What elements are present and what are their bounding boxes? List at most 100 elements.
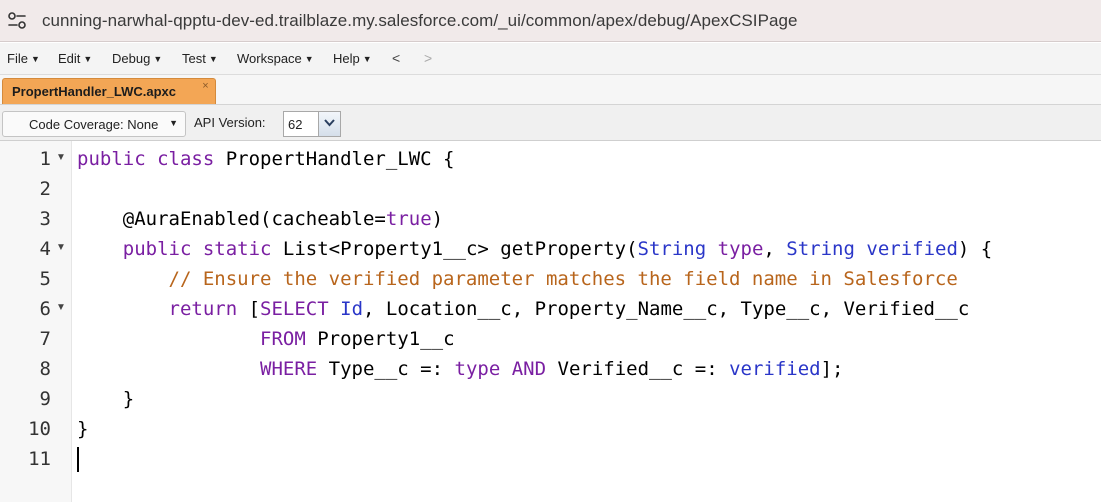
editor-toolbar: Code Coverage: None ▼ API Version: 62 (0, 105, 1101, 141)
fold-toggle-icon[interactable]: ▼ (56, 242, 66, 253)
code-token: , (763, 238, 787, 260)
line-number: 7 (39, 328, 51, 350)
menu-bar: File ▼ Edit ▼ Debug ▼ Test ▼ Workspace ▼ Help… (0, 43, 1101, 75)
forward-button[interactable]: > (424, 50, 432, 66)
code-editor[interactable]: 1 ▼ public class PropertHandler_LWC {2 3 @A… (0, 141, 1101, 502)
code-line[interactable]: 5 // Ensure the verified parameter match… (0, 264, 1101, 294)
api-version-select[interactable]: 62 (283, 111, 341, 137)
fold-toggle-icon[interactable]: ▼ (56, 302, 66, 313)
menu-help[interactable]: Help ▼ (333, 51, 372, 66)
line-number: 4 (39, 238, 51, 260)
code-token: @AuraEnabled (77, 208, 261, 230)
code-token: type (454, 358, 501, 380)
menu-test-label: Test (182, 51, 206, 66)
code-token: ) (431, 208, 444, 230)
code-token: public static (122, 238, 272, 260)
code-text: } (77, 418, 88, 440)
code-line[interactable]: 7 FROM Property1__c (0, 324, 1101, 354)
code-token: // Ensure the verified parameter matches… (77, 268, 958, 290)
code-token: } (77, 388, 135, 410)
code-token: AND (511, 358, 547, 380)
code-coverage-label: Code Coverage: None (29, 117, 159, 132)
code-token: String (637, 238, 707, 260)
code-text: public class PropertHandler_LWC { (77, 148, 455, 170)
line-number: 3 (39, 208, 51, 230)
code-token: , Location__c, Property_Name__c, Type__c… (363, 298, 970, 320)
code-text: return [SELECT Id, Location__c, Property… (77, 298, 970, 320)
code-line[interactable]: 10} (0, 414, 1101, 444)
code-line[interactable]: 2 (0, 174, 1101, 204)
code-token: return (168, 298, 238, 320)
code-line[interactable]: 1 ▼ public class PropertHandler_LWC { (0, 144, 1101, 174)
code-line[interactable]: 4 ▼ public static List<Property1__c> getP… (0, 234, 1101, 264)
code-text: FROM Property1__c (77, 328, 454, 350)
menu-workspace[interactable]: Workspace ▼ (237, 51, 314, 66)
fold-toggle-icon[interactable]: ▼ (56, 152, 66, 163)
line-number: 10 (28, 418, 51, 440)
code-token: public class (77, 148, 215, 170)
code-line[interactable]: 3 @AuraEnabled(cacheable=true) (0, 204, 1101, 234)
dropdown-arrow-icon[interactable] (318, 112, 340, 136)
code-token: verified (729, 358, 821, 380)
menu-edit[interactable]: Edit ▼ (58, 51, 92, 66)
api-version-value: 62 (288, 117, 303, 132)
code-line[interactable]: 9 } (0, 384, 1101, 414)
tab-propert-handler-lwc[interactable]: PropertHandler_LWC.apxc × (2, 78, 216, 104)
code-token: List<Property1__c> getProperty( (271, 238, 638, 260)
close-icon[interactable]: × (199, 80, 212, 93)
code-line[interactable]: 11 (0, 444, 1101, 474)
code-token: true (385, 208, 432, 230)
menu-file-label: File (7, 51, 28, 66)
code-text: public static List<Property1__c> getProp… (77, 238, 992, 260)
code-token: (cacheable= (260, 208, 386, 230)
menu-help-label: Help (333, 51, 360, 66)
code-line[interactable]: 6 ▼ return [SELECT Id, Location__c, Prope… (0, 294, 1101, 324)
line-number: 5 (39, 268, 51, 290)
url-text[interactable]: cunning-narwhal-qpptu-dev-ed.trailblaze.… (42, 11, 797, 31)
site-settings-icon[interactable] (6, 10, 28, 32)
text-cursor (77, 447, 79, 472)
code-token: ) { (957, 238, 993, 260)
code-coverage-dropdown[interactable]: Code Coverage: None ▼ (2, 111, 186, 137)
line-number: 2 (39, 178, 51, 200)
chevron-down-icon: ▼ (30, 54, 40, 64)
code-text: } (77, 388, 134, 410)
browser-address-bar[interactable]: cunning-narwhal-qpptu-dev-ed.trailblaze.… (0, 0, 1101, 42)
chevron-down-icon: ▼ (153, 54, 163, 64)
menu-debug-label: Debug (112, 51, 151, 66)
code-token: PropertHandler_LWC { (214, 148, 455, 170)
code-token: WHERE (260, 358, 318, 380)
tab-label: PropertHandler_LWC.apxc (12, 84, 176, 99)
code-line[interactable]: 8 WHERE Type__c =: type AND Verified__c … (0, 354, 1101, 384)
menu-test[interactable]: Test ▼ (182, 51, 218, 66)
chevron-down-icon: ▼ (208, 54, 218, 64)
menu-file[interactable]: File ▼ (7, 51, 40, 66)
code-token: Verified__c =: (546, 358, 730, 380)
code-token: String (786, 238, 855, 260)
code-token: type (717, 238, 764, 260)
line-number: 6 (39, 298, 51, 320)
code-token: FROM (260, 328, 306, 350)
code-token: verified (866, 238, 958, 260)
chevron-down-icon: ▼ (83, 54, 93, 64)
code-token: Id (340, 298, 364, 320)
back-button[interactable]: < (392, 50, 400, 66)
api-version-label: API Version: (194, 115, 266, 130)
code-token: [ (237, 298, 261, 320)
menu-debug[interactable]: Debug ▼ (112, 51, 162, 66)
line-number: 8 (39, 358, 51, 380)
code-token: } (77, 418, 89, 440)
code-text: WHERE Type__c =: type AND Verified__c =:… (77, 358, 843, 380)
code-text: // Ensure the verified parameter matches… (77, 268, 958, 290)
chevron-down-icon: ▼ (169, 118, 178, 128)
line-number: 11 (28, 448, 51, 470)
code-token: Type__c =: (317, 358, 455, 380)
chevron-down-icon: ▼ (304, 54, 314, 64)
